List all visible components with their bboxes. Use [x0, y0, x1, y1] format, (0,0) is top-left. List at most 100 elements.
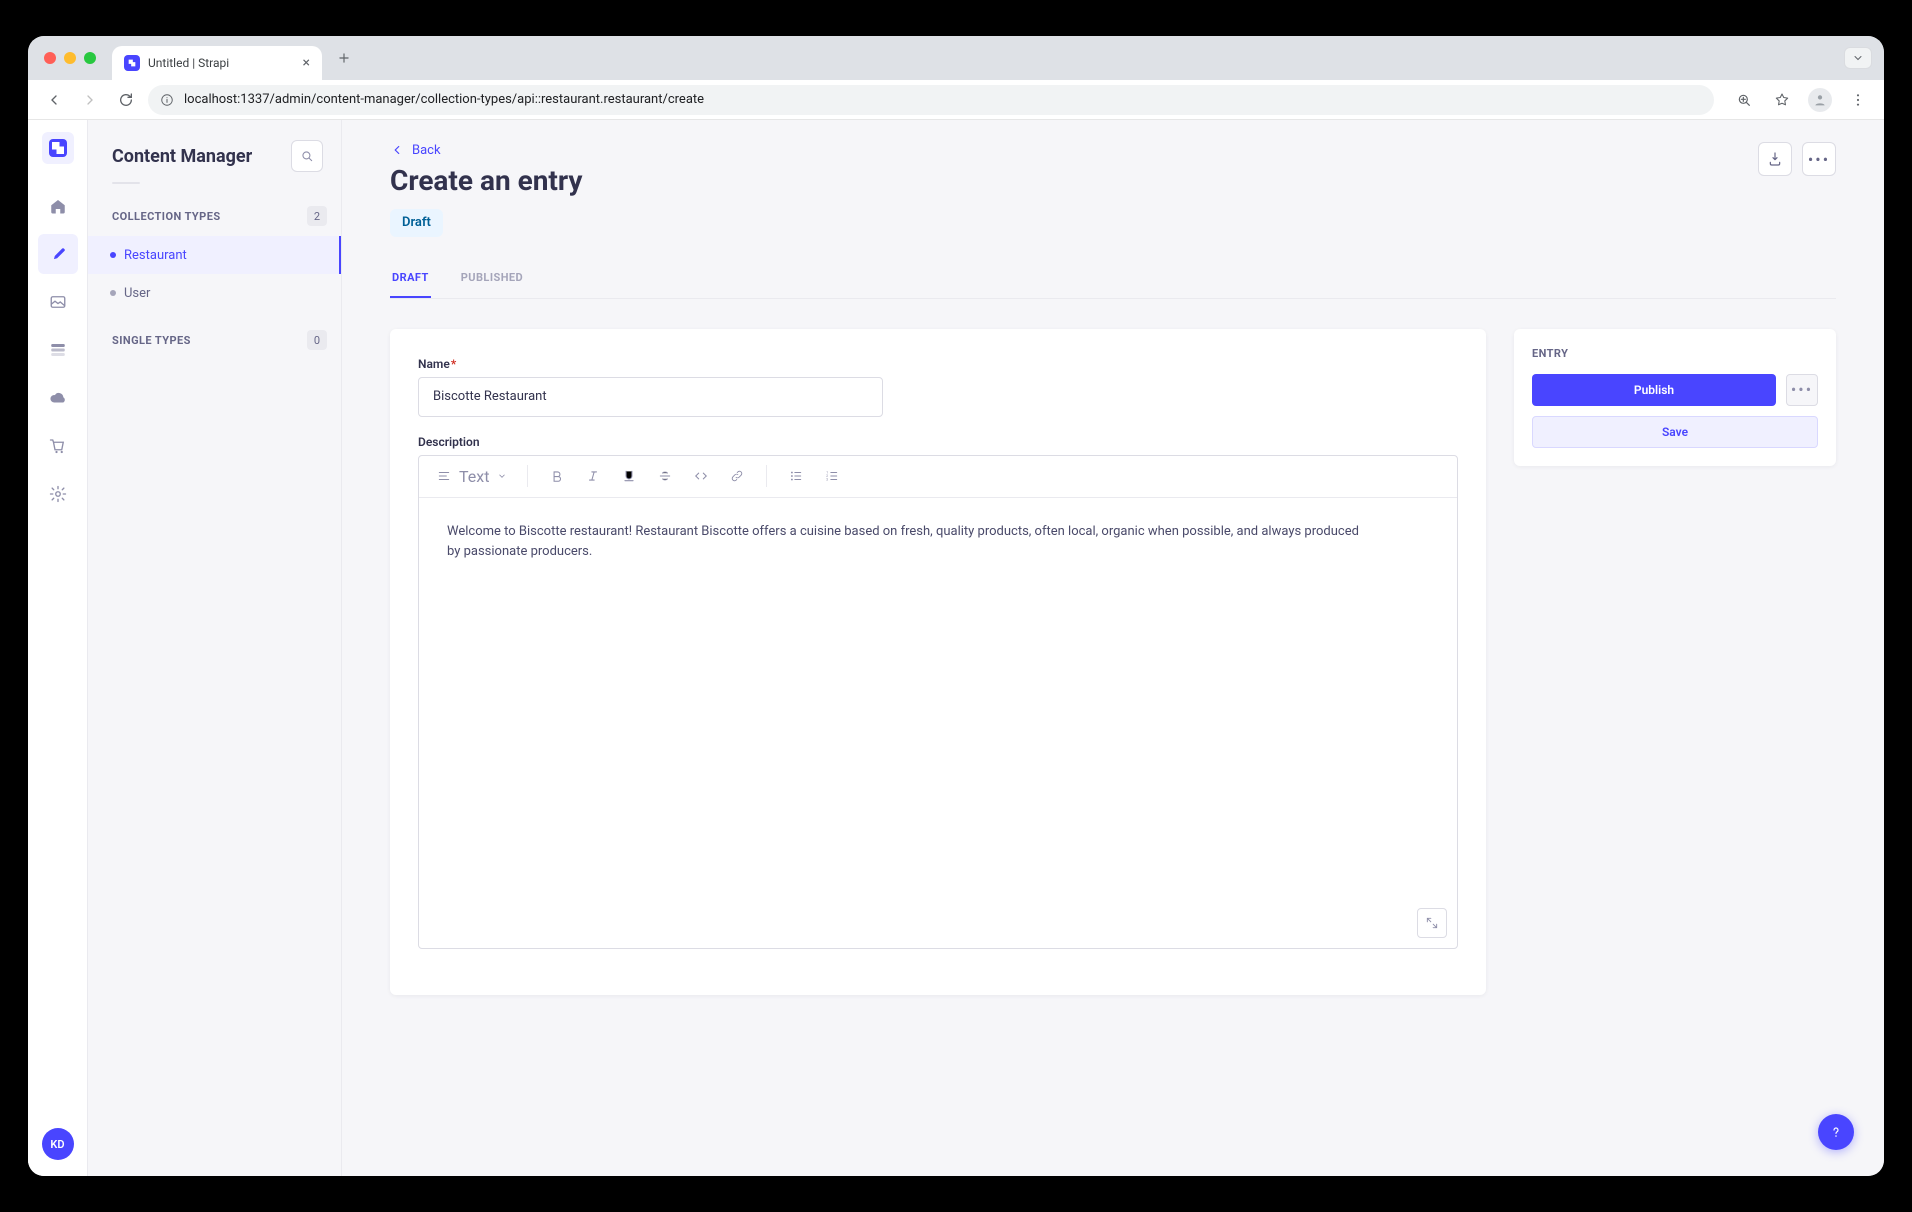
tab-published[interactable]: PUBLISHED	[459, 261, 525, 298]
count-badge: 0	[307, 330, 327, 350]
new-tab-button[interactable]	[330, 44, 358, 72]
nav-content-type-builder-icon[interactable]	[38, 330, 78, 370]
nav-media-library-icon[interactable]	[38, 282, 78, 322]
import-export-button[interactable]	[1758, 142, 1792, 176]
rte-code-icon[interactable]	[686, 461, 716, 491]
strapi-logo-icon[interactable]	[42, 132, 74, 164]
help-fab-button[interactable]	[1818, 1114, 1854, 1150]
entry-more-button[interactable]: •••	[1786, 374, 1818, 406]
more-actions-button[interactable]: •••	[1802, 142, 1836, 176]
tab-title: Untitled | Strapi	[148, 56, 229, 70]
divider	[112, 182, 140, 184]
expand-icon	[1425, 916, 1439, 930]
nav-content-manager-icon[interactable]	[38, 234, 78, 274]
entry-side-panel: ENTRY Publish ••• Save	[1514, 329, 1836, 466]
minimize-window-button[interactable]	[64, 52, 76, 64]
question-icon	[1828, 1124, 1844, 1140]
rte-paragraph-selector[interactable]: Text	[431, 467, 513, 486]
user-initials: KD	[50, 1138, 64, 1151]
sidebar-item-label: Restaurant	[124, 248, 187, 263]
sidebar-title: Content Manager	[112, 146, 252, 167]
tab-overflow-button[interactable]	[1844, 47, 1872, 69]
sidebar-section-single-types[interactable]: SINGLE TYPES 0	[88, 326, 341, 360]
description-text: Welcome to Biscotte restaurant! Restaura…	[447, 522, 1367, 564]
rte-numbered-list-icon[interactable]: 123	[817, 461, 847, 491]
back-button-icon[interactable]	[40, 86, 68, 114]
sidebar-section-label: SINGLE TYPES	[112, 334, 191, 347]
rte-toolbar: Text	[419, 456, 1457, 498]
user-avatar[interactable]: KD	[42, 1128, 74, 1160]
rte-link-icon[interactable]	[722, 461, 752, 491]
nav-rail: KD	[28, 120, 88, 1176]
svg-text:3: 3	[827, 478, 829, 482]
tab-draft[interactable]: DRAFT	[390, 261, 431, 298]
publish-label: Publish	[1634, 383, 1674, 397]
field-name-group: Name*	[418, 357, 1458, 417]
rte-bold-icon[interactable]	[542, 461, 572, 491]
rte-italic-icon[interactable]	[578, 461, 608, 491]
description-label: Description	[418, 435, 1458, 449]
dots-icon: •••	[1791, 380, 1813, 399]
paragraph-label: Text	[459, 467, 489, 486]
close-window-button[interactable]	[44, 52, 56, 64]
strapi-favicon-icon	[124, 55, 140, 71]
tab-label: DRAFT	[392, 271, 429, 284]
site-info-icon[interactable]	[160, 93, 174, 107]
rte-bullet-list-icon[interactable]	[781, 461, 811, 491]
page-title: Create an entry	[390, 164, 1836, 197]
url-text: localhost:1337/admin/content-manager/col…	[184, 92, 704, 107]
app: KD Content Manager COLLECTION TYPES 2	[28, 120, 1884, 1176]
entry-panel-title: ENTRY	[1532, 347, 1818, 360]
nav-cloud-icon[interactable]	[38, 378, 78, 418]
rte-strikethrough-icon[interactable]	[650, 461, 680, 491]
back-label: Back	[412, 143, 441, 158]
browser-window: Untitled | Strapi ×	[28, 36, 1884, 1176]
back-link[interactable]: Back	[390, 143, 441, 158]
name-input[interactable]	[418, 377, 883, 417]
zoom-icon[interactable]	[1730, 86, 1758, 114]
sidebar: Content Manager COLLECTION TYPES 2 Resta…	[88, 120, 342, 1176]
label-text: Name	[418, 357, 450, 371]
name-label: Name*	[418, 357, 1458, 371]
sidebar-item-user[interactable]: User	[88, 274, 341, 312]
nav-settings-icon[interactable]	[38, 474, 78, 514]
rte-underline-icon[interactable]	[614, 461, 644, 491]
content-tabs: DRAFT PUBLISHED	[390, 261, 1836, 299]
paragraph-icon	[437, 469, 451, 483]
forward-button-icon[interactable]	[76, 86, 104, 114]
nav-home-icon[interactable]	[38, 186, 78, 226]
sidebar-section-label: COLLECTION TYPES	[112, 210, 221, 223]
nav-marketplace-icon[interactable]	[38, 426, 78, 466]
rich-text-editor: Text	[418, 455, 1458, 949]
rte-content-area[interactable]: Welcome to Biscotte restaurant! Restaura…	[419, 498, 1457, 948]
browser-tab[interactable]: Untitled | Strapi ×	[112, 46, 322, 80]
titlebar: Untitled | Strapi ×	[28, 36, 1884, 80]
save-button[interactable]: Save	[1532, 416, 1818, 448]
status-badge: Draft	[390, 209, 443, 237]
window-controls	[44, 52, 96, 64]
browser-toolbar: localhost:1337/admin/content-manager/col…	[28, 80, 1884, 120]
maximize-window-button[interactable]	[84, 52, 96, 64]
tab-label: PUBLISHED	[461, 271, 523, 284]
form-panel: Name* Description Text	[390, 329, 1486, 995]
address-bar[interactable]: localhost:1337/admin/content-manager/col…	[148, 85, 1714, 115]
publish-button[interactable]: Publish	[1532, 374, 1776, 406]
sidebar-item-label: User	[124, 286, 150, 301]
sidebar-section-collection-types[interactable]: COLLECTION TYPES 2	[88, 202, 341, 236]
count-badge: 2	[307, 206, 327, 226]
dots-icon: •••	[1808, 150, 1830, 169]
sidebar-search-button[interactable]	[291, 140, 323, 172]
kebab-menu-icon[interactable]	[1844, 86, 1872, 114]
content: ••• Back Create an entry Draft DRAFT PUB…	[342, 120, 1884, 1176]
save-label: Save	[1662, 425, 1688, 439]
profile-avatar-icon[interactable]	[1806, 86, 1834, 114]
arrow-left-icon	[390, 143, 404, 157]
sidebar-item-restaurant[interactable]: Restaurant	[88, 236, 341, 274]
field-description-group: Description Text	[418, 435, 1458, 949]
bookmark-star-icon[interactable]	[1768, 86, 1796, 114]
reload-button-icon[interactable]	[112, 86, 140, 114]
chevron-down-icon	[497, 471, 507, 481]
required-asterisk: *	[451, 357, 456, 371]
close-tab-icon[interactable]: ×	[303, 55, 310, 71]
rte-expand-button[interactable]	[1417, 908, 1447, 938]
